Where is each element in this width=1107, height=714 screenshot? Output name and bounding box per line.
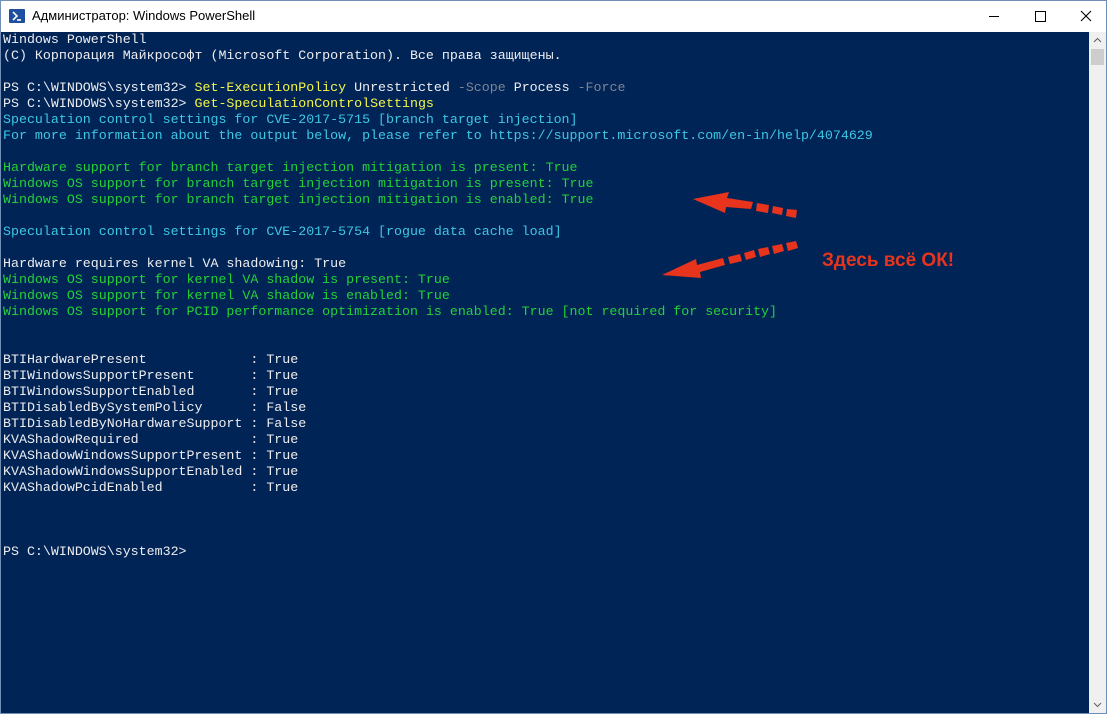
console-line: Windows PowerShell: [3, 32, 147, 48]
console-line: KVAShadowPcidEnabled : True: [3, 480, 298, 496]
console-line: PS C:\WINDOWS\system32> Set-ExecutionPol…: [3, 80, 625, 96]
console-line: Speculation control settings for CVE-201…: [3, 224, 562, 240]
console-text: Set-ExecutionPolicy: [194, 80, 347, 95]
console-text: Windows OS support for kernel VA shadow …: [3, 272, 450, 287]
console-text: BTIHardwarePresent : True: [3, 352, 299, 367]
vertical-scrollbar[interactable]: [1089, 32, 1106, 713]
close-icon: [1080, 10, 1092, 22]
console-line: KVAShadowWindowsSupportEnabled : True: [3, 464, 298, 480]
scroll-up-button[interactable]: [1089, 32, 1106, 49]
console-line: Windows OS support for PCID performance …: [3, 304, 777, 320]
console-line: Hardware support for branch target injec…: [3, 160, 578, 176]
scroll-thumb[interactable]: [1091, 49, 1104, 65]
console-text: Windows PowerShell: [3, 32, 147, 47]
console-line: BTIDisabledByNoHardwareSupport : False: [3, 416, 306, 432]
close-button[interactable]: [1063, 1, 1106, 32]
console-line: KVAShadowRequired : True: [3, 432, 298, 448]
console-line: (C) Корпорация Майкрософт (Microsoft Cor…: [3, 48, 562, 64]
console-text: KVAShadowRequired : True: [3, 432, 299, 447]
console-text: Windows OS support for kernel VA shadow …: [3, 288, 450, 303]
console-output[interactable]: Здесь всё ОК! Windows PowerShell (C) Корп…: [1, 32, 1089, 713]
console-text: (C) Корпорация Майкрософт (Microsoft Cor…: [3, 48, 562, 63]
minimize-button[interactable]: [971, 1, 1017, 32]
console-text: For more information about the output be…: [3, 128, 873, 143]
console-line: BTIWindowsSupportEnabled : True: [3, 384, 298, 400]
console-text: KVAShadowPcidEnabled : True: [3, 480, 299, 495]
console-text: BTIWindowsSupportEnabled : True: [3, 384, 299, 399]
console-text: BTIWindowsSupportPresent : True: [3, 368, 299, 383]
maximize-icon: [1035, 11, 1046, 22]
console-line: For more information about the output be…: [3, 128, 873, 144]
console-line: Hardware requires kernel VA shadowing: T…: [3, 256, 346, 272]
powershell-icon[interactable]: [9, 9, 25, 23]
arrow-icon: [662, 241, 798, 278]
title-bar[interactable]: Администратор: Windows PowerShell: [1, 1, 1106, 32]
console-line: Speculation control settings for CVE-201…: [3, 112, 578, 128]
console-text: BTIDisabledByNoHardwareSupport : False: [3, 416, 307, 431]
chevron-up-icon: [1093, 37, 1102, 43]
console-line: KVAShadowWindowsSupportPresent : True: [3, 448, 298, 464]
console-text: Speculation control settings for CVE-201…: [3, 112, 578, 127]
chevron-down-icon: [1093, 702, 1102, 708]
console-text: Windows OS support for branch target inj…: [3, 192, 594, 207]
minimize-icon: [989, 16, 999, 17]
console-text: PS C:\WINDOWS\system32>: [3, 80, 195, 95]
console-line: BTIWindowsSupportPresent : True: [3, 368, 298, 384]
console-text: KVAShadowWindowsSupportEnabled : True: [3, 464, 299, 479]
window-title: Администратор: Windows PowerShell: [32, 8, 256, 23]
scroll-down-button[interactable]: [1089, 696, 1106, 713]
console-text: PS C:\WINDOWS\system32>: [3, 96, 195, 111]
console-line: Windows OS support for kernel VA shadow …: [3, 272, 450, 288]
console-text: BTIDisabledBySystemPolicy : False: [3, 400, 307, 415]
console-text: -Force: [577, 80, 626, 95]
console-text: Windows OS support for PCID performance …: [3, 304, 778, 319]
console-text: Speculation control settings for CVE-201…: [3, 224, 562, 239]
console-line: Windows OS support for branch target inj…: [3, 192, 593, 208]
console-text: Unrestricted: [346, 80, 458, 95]
console-line: Windows OS support for kernel VA shadow …: [3, 288, 450, 304]
annotation-label: Здесь всё ОК!: [822, 250, 955, 271]
arrow-icon: [693, 192, 797, 218]
console-line: PS C:\WINDOWS\system32> Get-SpeculationC…: [3, 96, 434, 112]
console-line: PS C:\WINDOWS\system32>: [3, 544, 187, 560]
powershell-window: Администратор: Windows PowerShell Здесь …: [0, 0, 1107, 714]
console-text: Hardware support for branch target injec…: [3, 160, 578, 175]
console-line: BTIHardwarePresent : True: [3, 352, 298, 368]
console-text: Windows OS support for branch target inj…: [3, 176, 594, 191]
console-text: KVAShadowWindowsSupportPresent : True: [3, 448, 299, 463]
console-text: -Scope: [457, 80, 506, 95]
console-text: PS C:\WINDOWS\system32>: [3, 544, 187, 559]
console-line: Windows OS support for branch target inj…: [3, 176, 593, 192]
maximize-button[interactable]: [1017, 1, 1063, 32]
console-text: Process: [505, 80, 578, 95]
console-line: BTIDisabledBySystemPolicy : False: [3, 400, 306, 416]
console-text: Hardware requires kernel VA shadowing: T…: [3, 256, 347, 271]
console-text: Get-SpeculationControlSettings: [194, 96, 434, 111]
